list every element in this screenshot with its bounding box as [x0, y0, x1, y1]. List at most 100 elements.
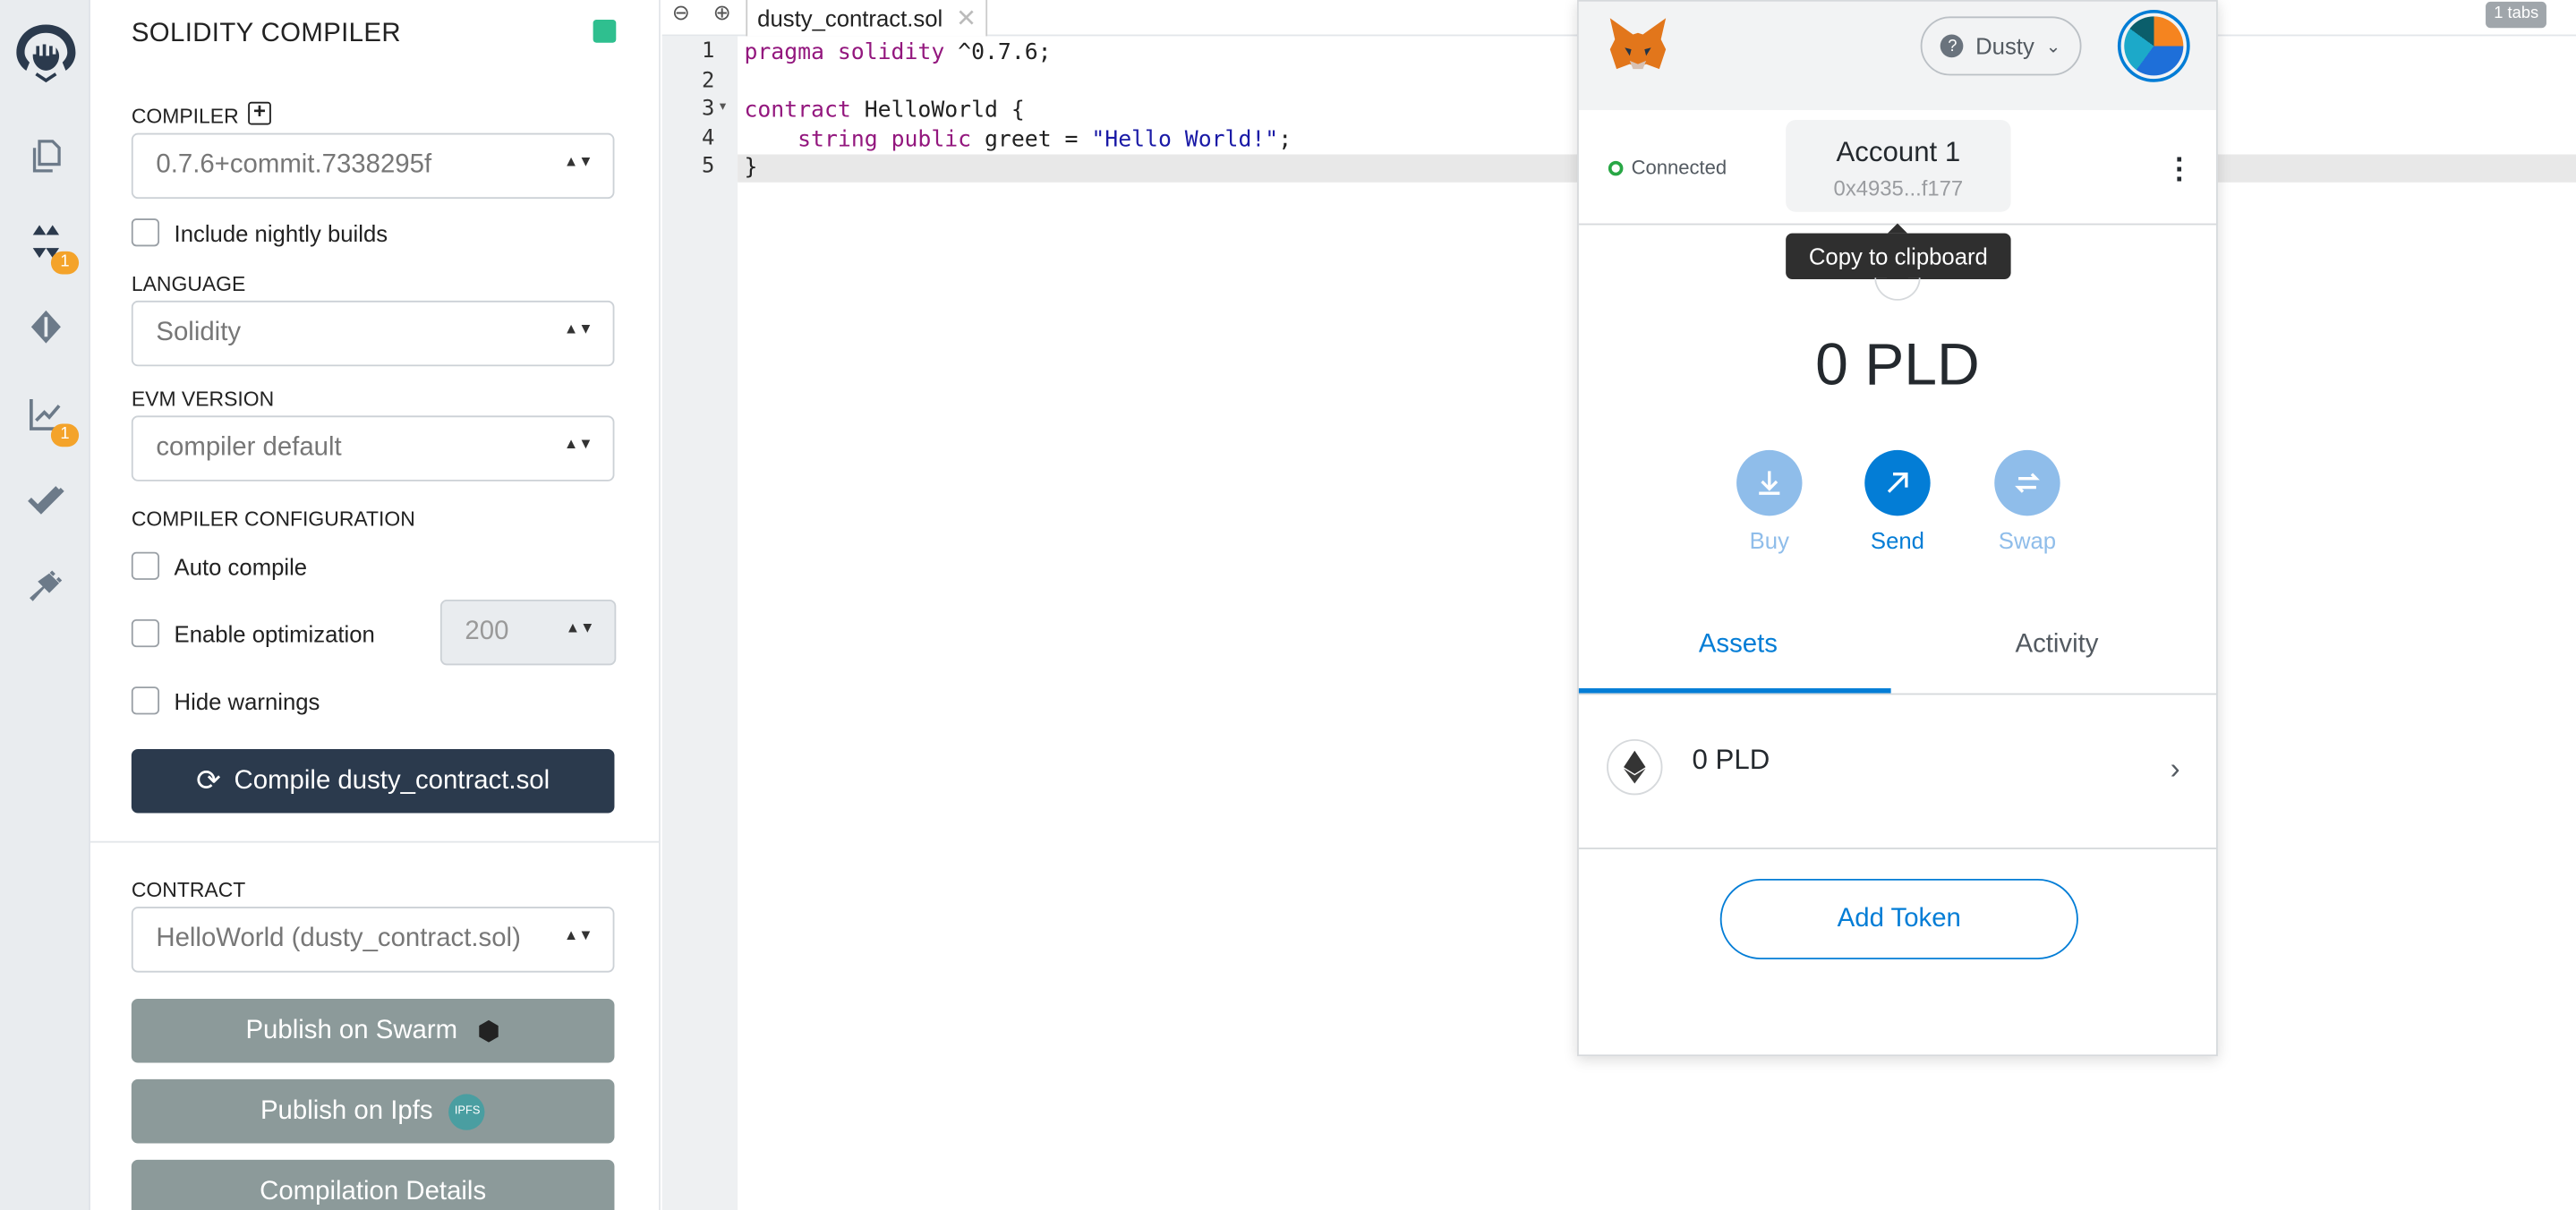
- metamask-popup: ? Dusty ⌄ Connected Account 1 0x4935...f…: [1577, 0, 2218, 1057]
- copy-tooltip: Copy to clipboard: [1786, 223, 2011, 280]
- select-arrows-icon: ▲▼: [563, 152, 593, 170]
- optimization-checkbox[interactable]: Enable optimization: [131, 618, 375, 648]
- swarm-icon: ⬢: [477, 1018, 500, 1046]
- unit-testing-icon[interactable]: [23, 476, 69, 522]
- code-line[interactable]: contract HelloWorld {: [744, 97, 1024, 123]
- divider: [90, 840, 660, 843]
- runs-input[interactable]: 200 ▲▼: [439, 599, 617, 666]
- checkbox-box[interactable]: [131, 686, 160, 715]
- account-selector[interactable]: Account 1 0x4935...f177: [1786, 119, 2011, 212]
- select-arrows-icon: ▲▼: [563, 320, 593, 337]
- contract-select[interactable]: HelloWorld (dusty_contract.sol) ▲▼: [131, 907, 615, 973]
- account-avatar[interactable]: [2117, 10, 2190, 82]
- chevron-down-icon: ⌄: [2045, 37, 2061, 57]
- evm-label: EVM VERSION: [131, 388, 275, 411]
- auto-compile-checkbox[interactable]: Auto compile: [131, 551, 308, 580]
- auto-compile-label: Auto compile: [174, 552, 308, 579]
- connected-status: Connected: [1631, 156, 1727, 180]
- close-icon[interactable]: ✕: [956, 4, 977, 33]
- asset-row[interactable]: 0 PLD ›: [1578, 694, 2217, 849]
- docs-icon[interactable]: [593, 20, 617, 43]
- config-label: COMPILER CONFIGURATION: [131, 507, 415, 531]
- token-icon: [1874, 277, 1921, 301]
- code-text: HelloWorld {: [850, 97, 1025, 124]
- code-line[interactable]: }: [744, 155, 757, 181]
- compile-button[interactable]: ⟳ Compile dusty_contract.sol: [131, 748, 615, 814]
- tab-dusty-contract[interactable]: dusty_contract.sol ✕: [746, 0, 988, 37]
- remix-logo-icon[interactable]: [10, 20, 82, 85]
- language-select[interactable]: Solidity ▲▼: [131, 300, 615, 367]
- metamask-header: ? Dusty ⌄: [1578, 1, 2217, 110]
- buy-button[interactable]: [1736, 449, 1803, 516]
- swap-icon: [2015, 473, 2040, 493]
- network-selector[interactable]: ? Dusty ⌄: [1920, 16, 2082, 76]
- deploy-run-icon[interactable]: [23, 304, 69, 350]
- code-line[interactable]: string public greet = "Hello World!";: [744, 126, 1292, 152]
- swap-label: Swap: [1998, 527, 2057, 554]
- line-number: 1: [702, 39, 715, 64]
- panel-title: SOLIDITY COMPILER: [131, 20, 401, 48]
- compiler-label: COMPILER: [131, 105, 239, 129]
- refresh-icon: ⟳: [196, 763, 221, 797]
- contract-label: CONTRACT: [131, 878, 246, 902]
- compiler-version-select[interactable]: 0.7.6+commit.7338295f ▲▼: [131, 132, 615, 200]
- nightly-label: Include nightly builds: [174, 219, 388, 246]
- file-explorer-icon[interactable]: [23, 133, 69, 179]
- details-button-label: Compilation Details: [260, 1177, 487, 1206]
- tab-activity[interactable]: Activity: [1898, 631, 2216, 660]
- select-arrows-icon: ▲▼: [563, 435, 593, 452]
- kebab-menu-icon[interactable]: · · ·: [2175, 145, 2185, 194]
- code-line[interactable]: pragma solidity ^0.7.6;: [744, 39, 1051, 65]
- keyword: string public: [798, 126, 972, 153]
- add-compiler-icon[interactable]: +: [248, 100, 271, 125]
- contract-value: HelloWorld (dusty_contract.sol): [156, 925, 521, 953]
- fold-icon[interactable]: ▾: [720, 98, 726, 114]
- metamask-fox-icon[interactable]: [1605, 15, 1670, 78]
- code-text: ^0.7.6;: [944, 39, 1052, 66]
- zoom-out-icon[interactable]: ⊖: [672, 0, 690, 26]
- compiler-panel: SOLIDITY COMPILER COMPILER + 0.7.6+commi…: [90, 0, 661, 1210]
- select-arrows-icon: ▲▼: [563, 926, 593, 943]
- code-text: ;: [1278, 126, 1292, 153]
- tab-assets[interactable]: Assets: [1579, 631, 1898, 660]
- balance: 0 PLD: [1815, 329, 1980, 398]
- buy-label: Buy: [1749, 527, 1789, 554]
- compiler-version-value: 0.7.6+commit.7338295f: [156, 150, 432, 180]
- compile-button-label: Compile dusty_contract.sol: [234, 766, 550, 795]
- zoom-in-icon[interactable]: ⊕: [713, 0, 731, 26]
- line-number: 5: [702, 154, 715, 180]
- string-literal: "Hello World!": [1091, 126, 1279, 153]
- arrow-up-right-icon: [1887, 473, 1908, 493]
- hide-warnings-checkbox[interactable]: Hide warnings: [131, 686, 320, 715]
- ipfs-icon: IPFS: [448, 1093, 486, 1129]
- runs-value: 200: [465, 618, 509, 646]
- keyword: pragma solidity: [744, 39, 945, 66]
- publish-swarm-button[interactable]: Publish on Swarm ⬢: [131, 998, 615, 1063]
- swap-button[interactable]: [1994, 449, 2060, 516]
- send-label: Send: [1870, 527, 1924, 554]
- plugin-manager-icon[interactable]: [23, 564, 69, 609]
- compiler-badge: 1: [50, 251, 80, 275]
- account-name: Account 1: [1836, 136, 1961, 168]
- language-value: Solidity: [156, 319, 242, 347]
- tab-label: dusty_contract.sol: [757, 4, 943, 31]
- language-label: LANGUAGE: [131, 272, 246, 296]
- line-number: 4: [702, 126, 715, 151]
- checkbox-box[interactable]: [131, 218, 160, 247]
- checkbox-box[interactable]: [131, 551, 160, 580]
- evm-version-select[interactable]: compiler default ▲▼: [131, 415, 615, 481]
- checkbox-box[interactable]: [131, 618, 160, 648]
- compilation-details-button[interactable]: Compilation Details: [131, 1159, 615, 1210]
- add-token-button[interactable]: Add Token: [1719, 878, 2078, 959]
- analysis-badge: 1: [50, 423, 80, 447]
- optimization-label: Enable optimization: [174, 619, 375, 647]
- swarm-button-label: Publish on Swarm: [245, 1016, 458, 1044]
- nightly-builds-checkbox[interactable]: Include nightly builds: [131, 218, 388, 247]
- asset-balance: 0 PLD: [1692, 744, 1770, 776]
- code-text: }: [744, 154, 758, 181]
- download-icon: [1759, 471, 1780, 495]
- publish-ipfs-button[interactable]: Publish on Ipfs IPFS: [131, 1078, 615, 1144]
- chevron-right-icon: ›: [2170, 752, 2180, 786]
- send-button[interactable]: [1864, 449, 1931, 516]
